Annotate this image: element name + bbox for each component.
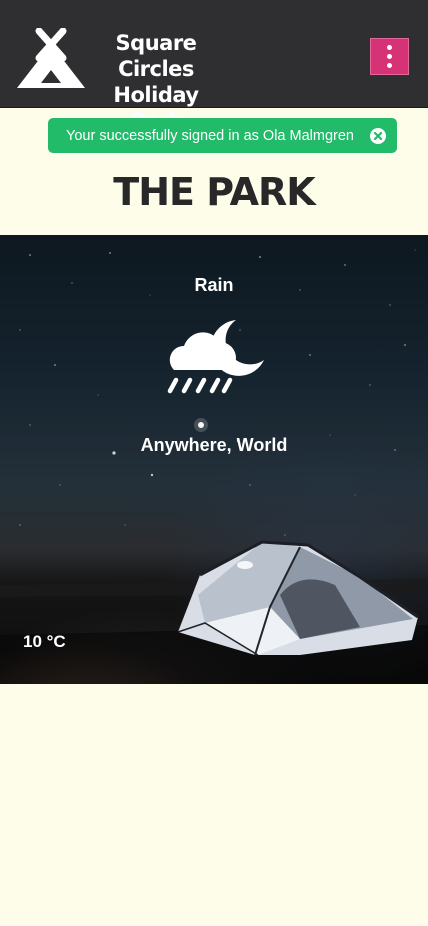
menu-button[interactable] [370, 38, 409, 75]
header: Square Circles Holiday Park [0, 0, 428, 133]
kebab-menu-icon-dot [387, 54, 392, 59]
weather-location: Anywhere, World [140, 435, 288, 455]
kebab-menu-icon-dot [387, 63, 392, 68]
teepee-icon[interactable] [14, 28, 88, 90]
night-sky-background [0, 249, 428, 684]
close-circle-icon[interactable] [370, 128, 386, 144]
rain-night-icon [167, 320, 264, 394]
weather-hero: Rain Anywhere, World 10 °C [0, 235, 428, 684]
brand-line-1: Square Circles [115, 31, 197, 81]
kebab-menu-icon [387, 45, 392, 50]
weather-temperature: 10 °C [23, 632, 66, 651]
weather-description: Rain [194, 275, 234, 295]
success-alert: Your successfully signed in as Ola Malmg… [48, 118, 397, 153]
page-title: THE PARK [113, 170, 315, 214]
alert-message: Your successfully signed in as Ola Malmg… [66, 127, 354, 144]
tent-illustration [177, 540, 419, 656]
